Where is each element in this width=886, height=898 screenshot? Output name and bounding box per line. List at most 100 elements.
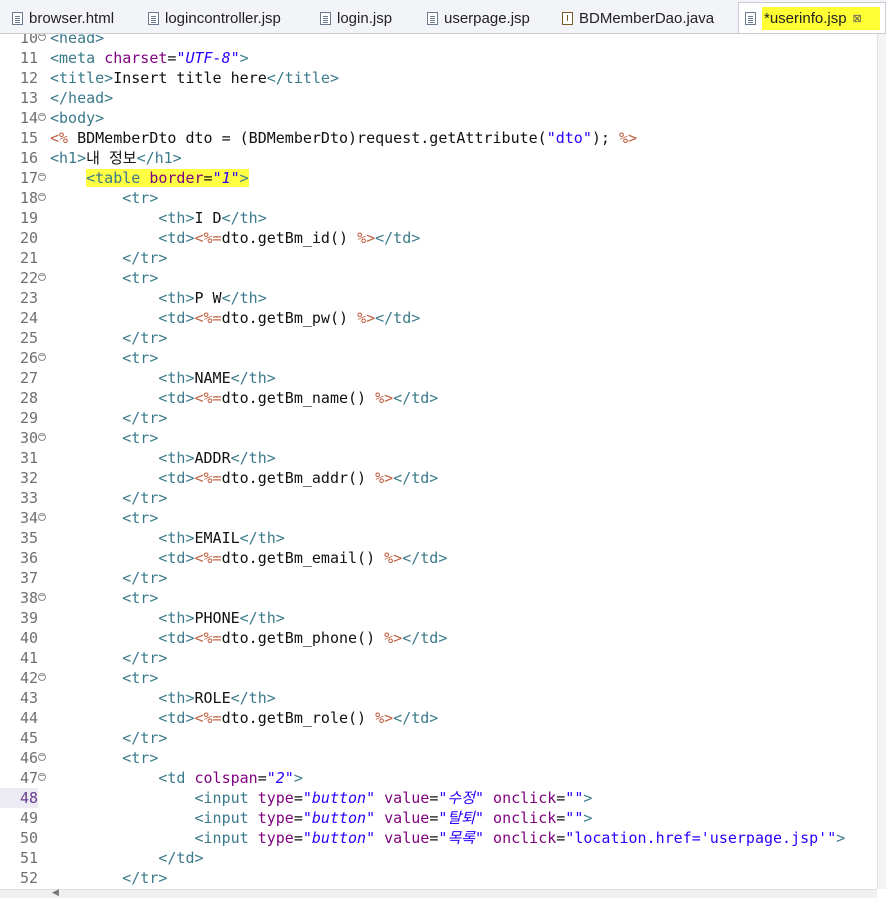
- code-line[interactable]: 52 </tr>: [0, 868, 877, 888]
- code-line[interactable]: 19 <th>I D</th>: [0, 208, 877, 228]
- code-token: <tr>: [122, 669, 159, 687]
- fold-collapse-icon[interactable]: [38, 193, 46, 201]
- code-token: <th>: [158, 289, 195, 307]
- code-line[interactable]: 18 <tr>: [0, 188, 877, 208]
- fold-collapse-icon[interactable]: [38, 353, 46, 361]
- code-text: <td><%=dto.getBm_role() %></td>: [50, 708, 438, 728]
- code-line[interactable]: 16 <h1>내 정보</h1>: [0, 148, 877, 168]
- code-line[interactable]: 10 <head>: [0, 34, 877, 48]
- code-line[interactable]: 45 </tr>: [0, 728, 877, 748]
- code-line[interactable]: 40 <td><%=dto.getBm_phone() %></td>: [0, 628, 877, 648]
- code-token: dto.getBm_pw(): [221, 309, 358, 327]
- code-line[interactable]: 29 </tr>: [0, 408, 877, 428]
- line-number: 45: [19, 729, 38, 747]
- code-line[interactable]: 33 </tr>: [0, 488, 877, 508]
- fold-collapse-icon[interactable]: [38, 673, 46, 681]
- fold-collapse-icon[interactable]: [38, 593, 46, 601]
- code-token: );: [591, 129, 619, 147]
- code-token: "button": [302, 789, 376, 807]
- tab-browser-html[interactable]: browser.html: [12, 4, 114, 32]
- code-text: <head>: [50, 34, 104, 48]
- tab-logincontroller-jsp[interactable]: logincontroller.jsp: [148, 4, 281, 32]
- code-line[interactable]: 49 <input type="button" value="탈퇴" oncli…: [0, 808, 877, 828]
- line-number: 15: [19, 129, 38, 147]
- vertical-scrollbar[interactable]: [877, 34, 886, 889]
- code-line[interactable]: 30 <tr>: [0, 428, 877, 448]
- fold-collapse-icon[interactable]: [38, 513, 46, 521]
- code-token: </title>: [266, 69, 339, 87]
- fold-collapse-icon[interactable]: [38, 753, 46, 761]
- code-token: "UTF-8": [176, 49, 240, 67]
- code-line[interactable]: 43 <th>ROLE</th>: [0, 688, 877, 708]
- code-line[interactable]: 31 <th>ADDR</th>: [0, 448, 877, 468]
- code-line[interactable]: 32 <td><%=dto.getBm_addr() %></td>: [0, 468, 877, 488]
- fold-collapse-icon[interactable]: [38, 433, 46, 441]
- fold-collapse-icon[interactable]: [38, 34, 46, 41]
- code-line[interactable]: 28 <td><%=dto.getBm_name() %></td>: [0, 388, 877, 408]
- tab-userinfo-jsp[interactable]: *userinfo.jsp ⊠: [738, 2, 886, 33]
- code-line[interactable]: 50 <input type="button" value="목록" oncli…: [0, 828, 877, 848]
- code-token: </th>: [239, 529, 285, 547]
- code-token: dto.getBm_addr(): [221, 469, 376, 487]
- code-token: >: [239, 49, 249, 67]
- code-token: %>: [357, 309, 376, 327]
- code-line[interactable]: 48 <input type="button" value="수정" oncli…: [0, 788, 877, 808]
- code-line[interactable]: 11 <meta charset="UTF-8">: [0, 48, 877, 68]
- code-token: <meta: [50, 49, 105, 67]
- close-icon[interactable]: ⊠: [853, 12, 862, 25]
- code-line[interactable]: 26 <tr>: [0, 348, 877, 368]
- code-text: <tr>: [50, 268, 158, 288]
- code-line[interactable]: 25 </tr>: [0, 328, 877, 348]
- code-token: onclick: [493, 829, 557, 847]
- code-line[interactable]: 39 <th>PHONE</th>: [0, 608, 877, 628]
- code-line[interactable]: 42 <tr>: [0, 668, 877, 688]
- code-token: Insert title here: [113, 69, 267, 87]
- code-line[interactable]: 51 </td>: [0, 848, 877, 868]
- code-token: <%=: [194, 309, 222, 327]
- code-line[interactable]: 38 <tr>: [0, 588, 877, 608]
- code-line[interactable]: 24 <td><%=dto.getBm_pw() %></td>: [0, 308, 877, 328]
- fold-collapse-icon[interactable]: [38, 773, 46, 781]
- code-line[interactable]: 44 <td><%=dto.getBm_role() %></td>: [0, 708, 877, 728]
- fold-collapse-icon[interactable]: [38, 173, 46, 181]
- code-line[interactable]: 36 <td><%=dto.getBm_email() %></td>: [0, 548, 877, 568]
- code-line[interactable]: 46 <tr>: [0, 748, 877, 768]
- code-token: type: [257, 809, 294, 827]
- tab-userpage-jsp[interactable]: userpage.jsp: [427, 4, 530, 32]
- code-line[interactable]: 23 <th>P W</th>: [0, 288, 877, 308]
- code-token: <input: [194, 809, 258, 827]
- code-token: <td>: [158, 469, 195, 487]
- code-token: %>: [375, 389, 394, 407]
- tab-login-jsp[interactable]: login.jsp: [320, 4, 392, 32]
- code-line[interactable]: 14 <body>: [0, 108, 877, 128]
- code-line[interactable]: 12 <title>Insert title here</title>: [0, 68, 877, 88]
- code-line[interactable]: 27 <th>NAME</th>: [0, 368, 877, 388]
- code-line[interactable]: 21 </tr>: [0, 248, 877, 268]
- code-line[interactable]: 20 <td><%=dto.getBm_id() %></td>: [0, 228, 877, 248]
- fold-collapse-icon[interactable]: [38, 273, 46, 281]
- java-file-icon: [562, 11, 573, 25]
- code-token: <%=: [194, 629, 222, 647]
- code-text: <th>P W</th>: [50, 288, 266, 308]
- tab-bdmemberdao-java[interactable]: BDMemberDao.java: [562, 4, 714, 32]
- code-editor[interactable]: 10<head>11<meta charset="UTF-8">12<title…: [0, 34, 877, 889]
- code-line[interactable]: 34 <tr>: [0, 508, 877, 528]
- line-number: 23: [19, 289, 38, 307]
- code-line[interactable]: 37 </tr>: [0, 568, 877, 588]
- code-line[interactable]: 17 <table border="1">: [0, 168, 877, 188]
- code-line[interactable]: 22 <tr>: [0, 268, 877, 288]
- code-line[interactable]: 15 <% BDMemberDto dto = (BDMemberDto)requ…: [0, 128, 877, 148]
- code-line[interactable]: 41 </tr>: [0, 648, 877, 668]
- code-token: <tr>: [122, 589, 159, 607]
- code-token: type: [257, 789, 294, 807]
- code-line[interactable]: 35 <th>EMAIL</th>: [0, 528, 877, 548]
- code-token: >: [583, 809, 593, 827]
- file-icon: [148, 11, 159, 25]
- fold-collapse-icon[interactable]: [38, 113, 46, 121]
- code-token: =: [429, 809, 439, 827]
- code-text: <title>Insert title here</title>: [50, 68, 339, 88]
- code-line[interactable]: 13 </head>: [0, 88, 877, 108]
- line-number: 31: [19, 449, 38, 467]
- code-line[interactable]: 47 <td colspan="2">: [0, 768, 877, 788]
